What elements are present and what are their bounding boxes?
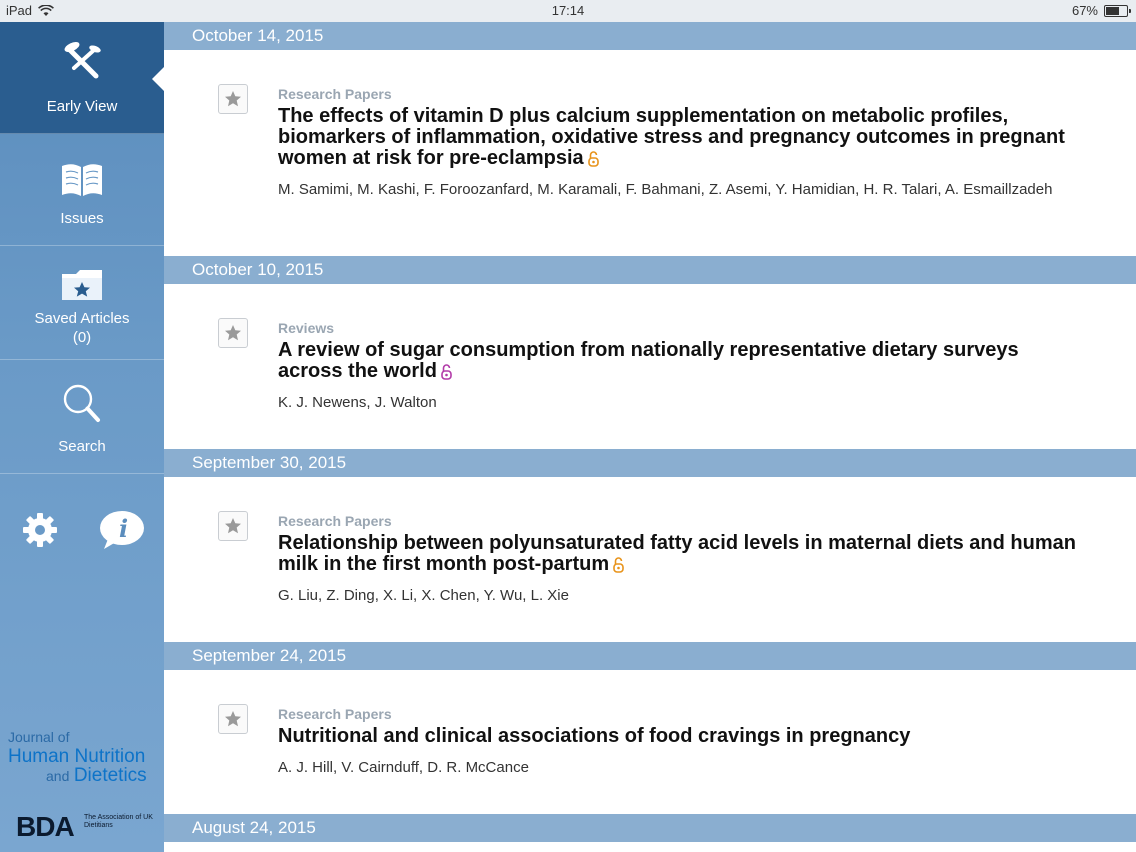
book-icon xyxy=(62,164,102,196)
article-item[interactable]: Research Papers Relationship between pol… xyxy=(164,477,1136,642)
gear-icon[interactable] xyxy=(20,510,60,550)
status-bar: iPad 17:14 67% xyxy=(0,0,1136,22)
article-title-text: The effects of vitamin D plus calcium su… xyxy=(278,105,1065,169)
article-authors: K. J. Newens, J. Walton xyxy=(278,394,437,411)
svg-text:i: i xyxy=(119,514,128,543)
nav-search-label: Search xyxy=(58,438,106,455)
article-title[interactable]: The effects of vitamin D plus calcium su… xyxy=(278,106,1078,169)
star-icon xyxy=(225,518,241,534)
favorite-star-button[interactable] xyxy=(218,318,248,348)
article-feed: October 14, 2015 Research Papers The eff… xyxy=(164,22,1136,852)
bda-subtitle: The Association of UK Dietitians xyxy=(84,814,153,829)
open-access-icon xyxy=(587,150,599,167)
article-authors: M. Samimi, M. Kashi, F. Foroozanfard, M.… xyxy=(278,181,1053,198)
favorite-star-button[interactable] xyxy=(218,84,248,114)
article-category: Reviews xyxy=(278,320,335,336)
date-header: September 24, 2015 xyxy=(164,642,1136,670)
nav-saved-articles-label: Saved Articles xyxy=(34,310,130,327)
open-access-icon xyxy=(441,363,452,380)
article-title[interactable]: Nutritional and clinical associations of… xyxy=(278,726,1078,747)
battery-percent: 67% xyxy=(1071,3,1098,18)
article-authors: A. J. Hill, V. Cairnduff, D. R. McCance xyxy=(278,759,529,776)
article-title[interactable]: Relationship between polyunsaturated fat… xyxy=(278,533,1078,575)
journal-line1: Journal of xyxy=(8,729,70,745)
article-category: Research Papers xyxy=(278,513,392,529)
date-header: October 14, 2015 xyxy=(164,22,1136,50)
date-header: October 10, 2015 xyxy=(164,256,1136,284)
date-header: September 30, 2015 xyxy=(164,449,1136,477)
device-name: iPad xyxy=(6,3,33,18)
info-icon[interactable]: i xyxy=(98,508,146,552)
folder-star-icon xyxy=(62,270,102,300)
wifi-icon xyxy=(38,4,54,16)
favorite-star-button[interactable] xyxy=(218,511,248,541)
star-icon xyxy=(225,711,241,727)
nav-early-view-label: Early View xyxy=(46,98,118,115)
early-view-icon xyxy=(64,42,101,79)
journal-line3-big: Dietetics xyxy=(73,765,147,786)
star-icon xyxy=(225,91,241,107)
article-authors: G. Liu, Z. Ding, X. Li, X. Chen, Y. Wu, … xyxy=(278,587,569,604)
article-item[interactable]: Reviews A review of sugar consumption fr… xyxy=(164,284,1136,449)
nav-issues-label: Issues xyxy=(60,210,104,227)
article-title-text: A review of sugar consumption from natio… xyxy=(278,339,1019,382)
saved-articles-count: (0) xyxy=(72,329,92,346)
article-item[interactable]: Research Papers Nutritional and clinical… xyxy=(164,670,1136,814)
favorite-star-button[interactable] xyxy=(218,704,248,734)
nav-early-view[interactable]: Early View xyxy=(0,22,165,134)
clock: 17:14 xyxy=(551,3,585,18)
journal-logo: Journal of Human Nutrition and Dietetics xyxy=(8,728,160,786)
journal-line3-small: and xyxy=(46,768,70,784)
date-header: August 24, 2015 xyxy=(164,814,1136,842)
star-icon xyxy=(225,325,241,341)
article-item[interactable]: Research Papers The effects of vitamin D… xyxy=(164,50,1136,256)
article-category: Research Papers xyxy=(278,706,392,722)
search-icon xyxy=(63,384,100,422)
nav-issues[interactable]: Issues xyxy=(0,134,164,246)
open-access-icon xyxy=(613,556,624,573)
bda-logo: BDA The Association of UK Dietitians xyxy=(16,812,156,842)
nav-search[interactable]: Search xyxy=(0,362,164,474)
article-title[interactable]: A review of sugar consumption from natio… xyxy=(278,340,1078,382)
nav-saved-articles[interactable]: Saved Articles (0) xyxy=(0,248,164,360)
journal-line2: Human Nutrition xyxy=(8,746,146,767)
article-category: Research Papers xyxy=(278,86,392,102)
sidebar: Early View Issues Saved Articles (0) Sea… xyxy=(0,22,165,852)
battery-icon xyxy=(1104,4,1131,17)
article-title-text: Relationship between polyunsaturated fat… xyxy=(278,532,1076,575)
